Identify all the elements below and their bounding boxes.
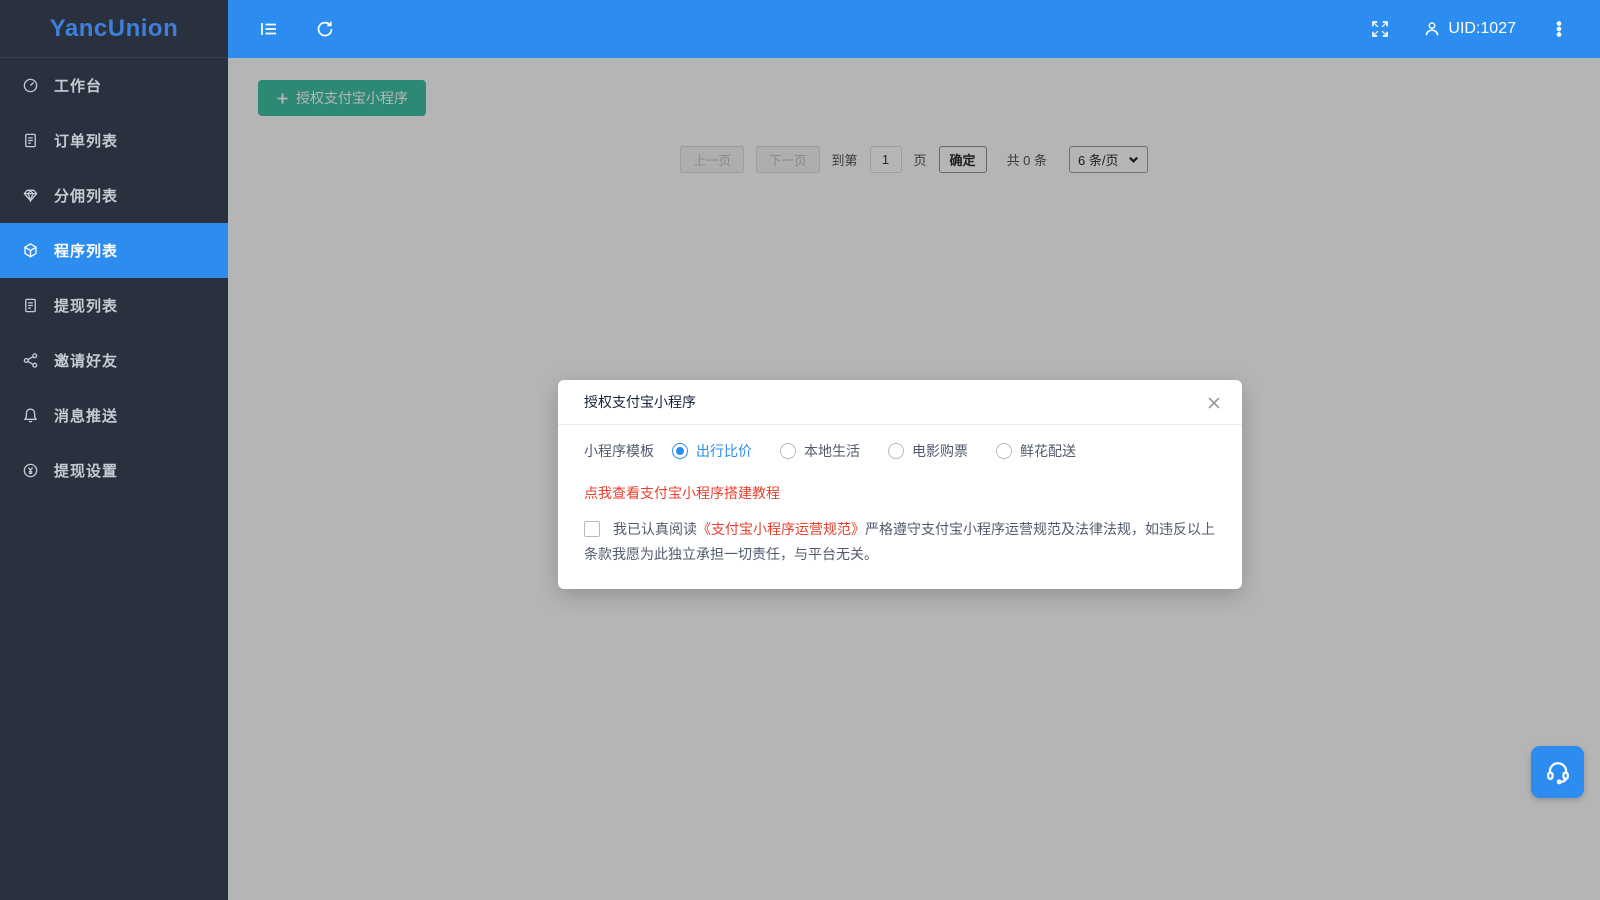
radio-icon bbox=[996, 443, 1012, 459]
template-label: 小程序模板 bbox=[584, 441, 654, 461]
agreement-text: 我已认真阅读《支付宝小程序运营规范》严格遵守支付宝小程序运营规范及法律法规，如违… bbox=[584, 517, 1216, 567]
share-icon bbox=[22, 352, 39, 369]
user-icon bbox=[1423, 20, 1441, 38]
radio-option-travel[interactable]: 出行比价 bbox=[672, 441, 752, 461]
modal-header: 授权支付宝小程序 bbox=[558, 380, 1242, 425]
sidebar-item-label: 提现设置 bbox=[54, 460, 118, 481]
sidebar-item-invite[interactable]: 邀请好友 bbox=[0, 333, 228, 388]
user-menu[interactable]: UID:1027 bbox=[1423, 20, 1516, 38]
more-options-button[interactable] bbox=[1542, 12, 1576, 46]
app-root: YancUnion 工作台 订单列表 分佣列表 程序列表 提现列表 bbox=[0, 0, 1600, 900]
radio-icon bbox=[780, 443, 796, 459]
bell-icon bbox=[22, 407, 39, 424]
app-logo: YancUnion bbox=[0, 0, 228, 58]
sidebar-item-label: 消息推送 bbox=[54, 405, 118, 426]
modal-title: 授权支付宝小程序 bbox=[584, 392, 696, 412]
refresh-button[interactable] bbox=[308, 12, 342, 46]
sidebar-item-orders[interactable]: 订单列表 bbox=[0, 113, 228, 168]
radio-icon bbox=[672, 443, 688, 459]
yen-circle-icon bbox=[22, 462, 39, 479]
template-row: 小程序模板 出行比价 本地生活 电影购票 bbox=[584, 441, 1216, 461]
sidebar-nav: 工作台 订单列表 分佣列表 程序列表 提现列表 邀请好友 bbox=[0, 58, 228, 498]
sidebar-item-label: 邀请好友 bbox=[54, 350, 118, 371]
sidebar-item-label: 程序列表 bbox=[54, 240, 118, 261]
headset-icon bbox=[1543, 757, 1573, 787]
modal-close-button[interactable] bbox=[1202, 391, 1226, 415]
sidebar-item-label: 提现列表 bbox=[54, 295, 118, 316]
menu-fold-icon bbox=[259, 19, 279, 39]
sidebar-item-commission[interactable]: 分佣列表 bbox=[0, 168, 228, 223]
sidebar-item-withdraw-settings[interactable]: 提现设置 bbox=[0, 443, 228, 498]
agreement-prefix: 我已认真阅读 bbox=[613, 521, 697, 537]
agreement-checkbox[interactable] bbox=[584, 521, 600, 537]
topbar: UID:1027 bbox=[228, 0, 1600, 58]
sidebar-item-push[interactable]: 消息推送 bbox=[0, 388, 228, 443]
topbar-right: UID:1027 bbox=[1363, 12, 1576, 46]
main-area: UID:1027 授权支付宝小程序 上一页 下一页 到第 页 bbox=[228, 0, 1600, 900]
sidebar-item-label: 工作台 bbox=[54, 75, 102, 96]
radio-label: 鲜花配送 bbox=[1020, 441, 1076, 461]
authorize-modal: 授权支付宝小程序 小程序模板 出行比价 本地生活 bbox=[558, 380, 1242, 589]
radio-label: 本地生活 bbox=[804, 441, 860, 461]
radio-option-local-life[interactable]: 本地生活 bbox=[780, 441, 860, 461]
refresh-icon bbox=[315, 19, 335, 39]
radio-label: 电影购票 bbox=[912, 441, 968, 461]
tutorial-link[interactable]: 点我查看支付宝小程序搭建教程 bbox=[584, 483, 780, 503]
sidebar: YancUnion 工作台 订单列表 分佣列表 程序列表 提现列表 bbox=[0, 0, 228, 900]
collapse-menu-button[interactable] bbox=[252, 12, 286, 46]
modal-body: 小程序模板 出行比价 本地生活 电影购票 bbox=[558, 425, 1242, 589]
close-icon bbox=[1207, 396, 1221, 410]
sidebar-item-programs[interactable]: 程序列表 bbox=[0, 223, 228, 278]
topbar-left bbox=[252, 12, 342, 46]
agreement-policy-link[interactable]: 《支付宝小程序运营规范》 bbox=[697, 521, 865, 537]
gem-icon bbox=[22, 187, 39, 204]
radio-icon bbox=[888, 443, 904, 459]
kebab-icon bbox=[1549, 19, 1569, 39]
cube-icon bbox=[22, 242, 39, 259]
radio-option-movie-tickets[interactable]: 电影购票 bbox=[888, 441, 968, 461]
uid-label: UID:1027 bbox=[1448, 20, 1516, 38]
fullscreen-icon bbox=[1370, 19, 1390, 39]
sidebar-item-label: 订单列表 bbox=[54, 130, 118, 151]
sidebar-item-workbench[interactable]: 工作台 bbox=[0, 58, 228, 113]
dashboard-icon bbox=[22, 77, 39, 94]
sidebar-item-label: 分佣列表 bbox=[54, 185, 118, 206]
fullscreen-button[interactable] bbox=[1363, 12, 1397, 46]
customer-service-fab[interactable] bbox=[1531, 746, 1584, 798]
content-area: 授权支付宝小程序 上一页 下一页 到第 页 确定 共 0 条 6 条/页 bbox=[228, 58, 1600, 900]
document-icon bbox=[22, 132, 39, 149]
document-icon bbox=[22, 297, 39, 314]
sidebar-item-withdrawals[interactable]: 提现列表 bbox=[0, 278, 228, 333]
radio-option-flower-delivery[interactable]: 鲜花配送 bbox=[996, 441, 1076, 461]
radio-label: 出行比价 bbox=[696, 441, 752, 461]
